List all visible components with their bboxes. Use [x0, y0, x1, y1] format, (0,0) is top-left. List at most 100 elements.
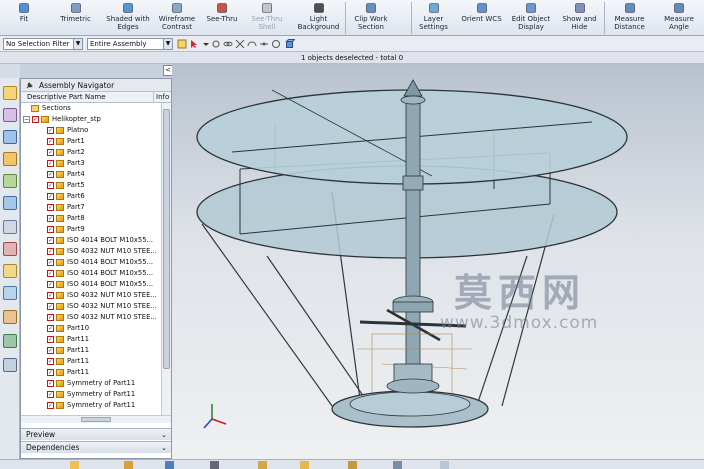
explode-icon[interactable]	[393, 461, 402, 469]
tree-row[interactable]: ✓ Part4	[21, 169, 161, 180]
graphics-viewport[interactable]: 莫西网 www.3dmox.com	[172, 64, 704, 459]
light-background-button[interactable]: Light Background	[291, 0, 346, 36]
tree-row[interactable]: ✓ ISO 4032 NUT M10 STEE...	[21, 312, 161, 323]
scrollbar-thumb[interactable]	[81, 417, 111, 422]
shaded-with-edges-button[interactable]: Shaded with Edges	[103, 0, 153, 36]
column-header-info[interactable]: Info	[153, 92, 173, 103]
visibility-checkbox[interactable]: ✓	[47, 402, 54, 409]
visibility-checkbox[interactable]: ✓	[47, 138, 54, 145]
tree-row[interactable]: Sections	[21, 103, 161, 114]
scope-dropdown[interactable]: Entire Assembly ▼	[87, 38, 173, 50]
assembly-icon[interactable]	[70, 461, 79, 469]
tree-row[interactable]: ✓ ISO 4014 BOLT M10x55...	[21, 268, 161, 279]
analysis-icon[interactable]	[165, 461, 174, 469]
visibility-checkbox[interactable]: ✓	[47, 391, 54, 398]
tree-row[interactable]: ✓ ISO 4032 NUT M10 STEE...	[21, 290, 161, 301]
tree-row[interactable]: ✓ Part11	[21, 345, 161, 356]
tree-row[interactable]: ✓ ISO 4032 NUT M10 STEE...	[21, 246, 161, 257]
wireframe-contrast-button[interactable]: Wireframe Contrast	[153, 0, 201, 36]
assembly-navigator-tab-icon[interactable]	[3, 86, 17, 100]
vertical-scrollbar[interactable]	[161, 103, 171, 415]
visibility-checkbox[interactable]: ✓	[47, 281, 54, 288]
tree-row[interactable]: ✓ Part2	[21, 147, 161, 158]
tree-row[interactable]: ✓ Part8	[21, 213, 161, 224]
visibility-checkbox[interactable]: ✓	[47, 380, 54, 387]
tree-row[interactable]: − ✓ Helikopter_stp	[21, 114, 161, 125]
visibility-checkbox[interactable]: ✓	[47, 270, 54, 277]
tree-row[interactable]: ✓ Part6	[21, 191, 161, 202]
history-tab-icon[interactable]	[3, 220, 17, 234]
show-and-hide-button[interactable]: Show and Hide	[554, 0, 605, 36]
edit-object-display-button[interactable]: Edit Object Display	[508, 0, 554, 36]
fit-button[interactable]: Fit	[0, 0, 48, 36]
visibility-checkbox[interactable]: ✓	[47, 248, 54, 255]
visibility-checkbox[interactable]: ✓	[47, 347, 54, 354]
clearance-icon[interactable]	[348, 461, 357, 469]
visibility-checkbox[interactable]: ✓	[47, 226, 54, 233]
constraint-navigator-tab-icon[interactable]	[3, 108, 17, 122]
pin-icon[interactable]	[26, 82, 33, 89]
visibility-checkbox[interactable]: ✓	[47, 325, 54, 332]
visibility-checkbox[interactable]: ✓	[47, 204, 54, 211]
visibility-checkbox[interactable]: ✓	[47, 171, 54, 178]
move-component-icon[interactable]	[258, 461, 267, 469]
visibility-checkbox[interactable]: ✓	[47, 369, 54, 376]
tree-row[interactable]: ✓ Platno	[21, 125, 161, 136]
constraint-icon[interactable]	[124, 461, 133, 469]
mate-icon[interactable]	[300, 461, 309, 469]
cube-view-icon[interactable]	[285, 39, 295, 49]
tree-row[interactable]: ✓ ISO 4014 BOLT M10x55...	[21, 235, 161, 246]
visibility-checkbox[interactable]: ✓	[47, 193, 54, 200]
horizontal-scrollbar[interactable]	[21, 415, 171, 423]
arc-center-icon[interactable]	[247, 39, 257, 49]
tree-row[interactable]: ✓ Part7	[21, 202, 161, 213]
see-thru-button[interactable]: See-Thru	[201, 0, 243, 36]
trimetric-button[interactable]: Trimetric	[48, 0, 103, 36]
tree-row[interactable]: ✓ ISO 4014 BOLT M10x55...	[21, 257, 161, 268]
layer-settings-button[interactable]: Layer Settings	[412, 0, 455, 36]
tree-row[interactable]: ✓ Part9	[21, 224, 161, 235]
visibility-checkbox[interactable]: ✓	[47, 237, 54, 244]
tree-row[interactable]: ✓ Part10	[21, 323, 161, 334]
tree-row[interactable]: ✓ ISO 4014 BOLT M10x55...	[21, 279, 161, 290]
quadrant-icon[interactable]	[271, 39, 281, 49]
select-icon[interactable]	[189, 39, 199, 49]
part-navigator-tab-icon[interactable]	[3, 130, 17, 144]
tree-row[interactable]: ✓ Part3	[21, 158, 161, 169]
visibility-checkbox[interactable]: ✓	[47, 292, 54, 299]
tree-row[interactable]: ✓ Symmetry of Part11	[21, 400, 161, 411]
snap-point-icon[interactable]	[211, 39, 221, 49]
visibility-checkbox[interactable]: ✓	[47, 303, 54, 310]
visibility-checkbox[interactable]: ✓	[47, 259, 54, 266]
tree-row[interactable]: ✓ Part11	[21, 356, 161, 367]
chain-icon[interactable]	[223, 39, 233, 49]
measure-distance-button[interactable]: Measure Distance	[605, 0, 654, 36]
dropdown-arrow-icon[interactable]	[201, 39, 211, 49]
visibility-checkbox[interactable]: ✓	[47, 149, 54, 156]
tree-row[interactable]: ✓ Part11	[21, 367, 161, 378]
clip-work-section-button[interactable]: Clip Work Section	[346, 0, 396, 36]
intersect-icon[interactable]	[235, 39, 245, 49]
visibility-checkbox[interactable]: ✓	[47, 215, 54, 222]
web-browser-tab-icon[interactable]	[3, 196, 17, 210]
hd3d-tools-tab-icon[interactable]	[3, 174, 17, 188]
roles-tab-icon[interactable]	[3, 264, 17, 278]
orient-wcs-button[interactable]: Orient WCS	[455, 0, 508, 36]
palette-tab-icon[interactable]	[3, 334, 17, 348]
reuse-library-tab-icon[interactable]	[3, 152, 17, 166]
see-thru-shell-button[interactable]: See-Thru Shell	[243, 0, 291, 36]
column-header-part-name[interactable]: Descriptive Part Name	[27, 92, 106, 103]
systems-scenes-tab-icon[interactable]	[3, 358, 17, 372]
tree-row[interactable]: ✓ Part1	[21, 136, 161, 147]
tree-row[interactable]: ✓ Part5	[21, 180, 161, 191]
filter-settings-icon[interactable]	[177, 39, 187, 49]
tree-row[interactable]: ✓ ISO 4032 NUT M10 STEE...	[21, 301, 161, 312]
dependencies-section-header[interactable]: Dependencies ⌄	[21, 441, 171, 453]
tree-row[interactable]: ✓ Symmetry of Part11	[21, 378, 161, 389]
wcs-icon[interactable]	[210, 461, 219, 469]
visibility-checkbox[interactable]: ✓	[47, 358, 54, 365]
visibility-checkbox[interactable]: ✓	[47, 160, 54, 167]
visibility-checkbox[interactable]: ✓	[47, 314, 54, 321]
process-studio-tab-icon[interactable]	[3, 286, 17, 300]
tree-row[interactable]: ✓ Part11	[21, 334, 161, 345]
